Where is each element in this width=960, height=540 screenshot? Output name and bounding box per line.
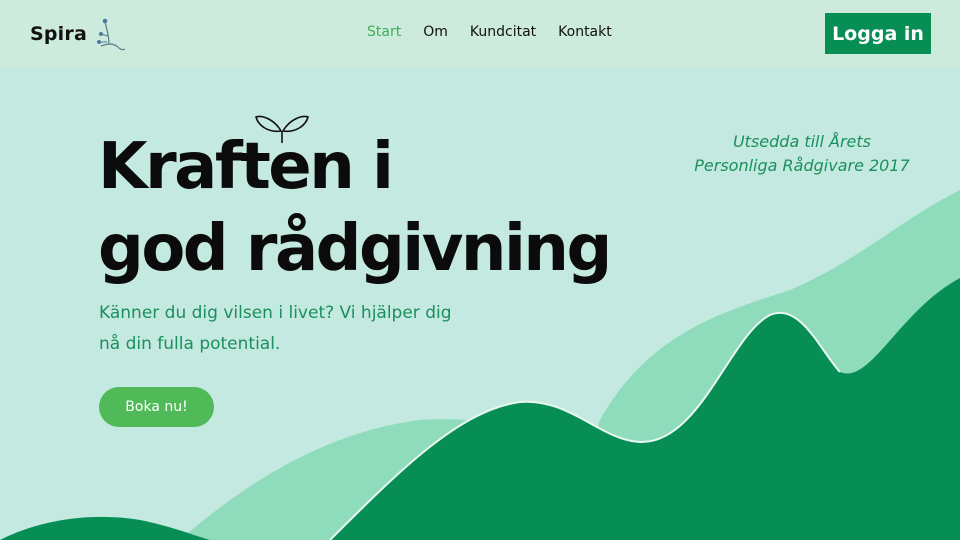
header-bar: Spira Start Om Kundcitat Kontakt Logga i… (0, 0, 960, 68)
hero-subtitle: Känner du dig vilsen i livet? Vi hjälper… (99, 303, 452, 354)
hero-headline: Kraften i god rådgivning (98, 126, 612, 290)
brand-name: Spira (30, 23, 87, 45)
main-nav: Start Om Kundcitat Kontakt (367, 24, 634, 40)
sprout-branch-icon (97, 18, 126, 51)
award-line-2: Personliga Rådgivare 2017 (694, 156, 910, 175)
nav-item-kontakt[interactable]: Kontakt (558, 24, 612, 40)
nav-item-kundcitat[interactable]: Kundcitat (470, 24, 536, 40)
award-text: Utsedda till Årets Personliga Rådgivare … (660, 130, 944, 178)
award-line-1: Utsedda till Årets (732, 132, 872, 151)
book-now-button[interactable]: Boka nu! (99, 387, 214, 427)
nav-item-start[interactable]: Start (367, 24, 401, 40)
hero-headline-line-2: god rådgivning (98, 212, 612, 286)
hill-dark-left (0, 516, 210, 540)
brand[interactable]: Spira (30, 16, 127, 52)
nav-item-om[interactable]: Om (423, 24, 448, 40)
login-button[interactable]: Logga in (825, 13, 931, 54)
hero-headline-line-1: Kraften i (98, 130, 394, 204)
